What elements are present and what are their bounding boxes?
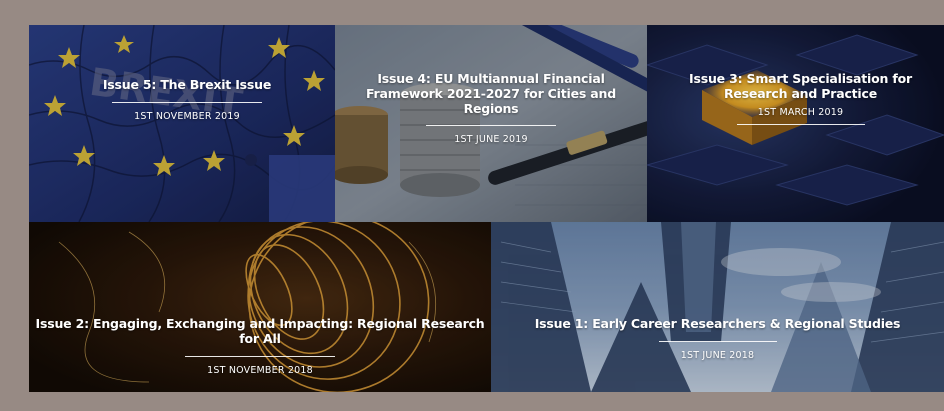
- issue-title: Issue 3: Smart Specialisation for Resear…: [689, 71, 912, 101]
- issue-card-3[interactable]: Issue 3: Smart Specialisation for Resear…: [647, 25, 944, 222]
- caption-divider: [426, 125, 556, 126]
- issue-date: 1ST NOVEMBER 2018: [207, 365, 313, 376]
- caption-divider: [658, 341, 777, 342]
- issue-date: 1ST NOVEMBER 2019: [134, 111, 240, 122]
- issue-caption: Issue 1: Early Career Researchers & Regi…: [491, 316, 944, 361]
- issue-title: Issue 5: The Brexit Issue: [102, 77, 272, 92]
- issue-title: Issue 1: Early Career Researchers & Regi…: [534, 316, 901, 331]
- caption-divider: [112, 102, 262, 103]
- caption-divider: [736, 124, 865, 125]
- issue-date: 1ST JUNE 2018: [680, 350, 755, 361]
- issue-date: 1ST MARCH 2019: [757, 107, 844, 118]
- caption-divider: [185, 356, 335, 357]
- issue-card-5[interactable]: BREXIT Issue 5: The Brexit Issue 1ST NOV…: [29, 25, 335, 222]
- issue-card-1[interactable]: Issue 1: Early Career Researchers & Regi…: [491, 222, 944, 392]
- issue-card-2[interactable]: Issue 2: Engaging, Exchanging and Impact…: [29, 222, 491, 392]
- issue-caption: Issue 2: Engaging, Exchanging and Impact…: [29, 316, 491, 376]
- issue-caption: Issue 3: Smart Specialisation for Resear…: [657, 71, 944, 133]
- issue-caption: Issue 5: The Brexit Issue 1ST NOVEMBER 2…: [29, 77, 335, 122]
- issue-title: Issue 2: Engaging, Exchanging and Impact…: [35, 316, 485, 346]
- issue-caption: Issue 4: EU Multiannual Financial Framew…: [335, 71, 647, 145]
- issue-card-4[interactable]: Issue 4: EU Multiannual Financial Framew…: [335, 25, 647, 222]
- issue-date: 1ST JUNE 2019: [454, 134, 528, 145]
- issues-grid: BREXIT Issue 5: The Brexit Issue 1ST NOV…: [0, 0, 944, 411]
- issue-title: Issue 4: EU Multiannual Financial Framew…: [366, 71, 616, 116]
